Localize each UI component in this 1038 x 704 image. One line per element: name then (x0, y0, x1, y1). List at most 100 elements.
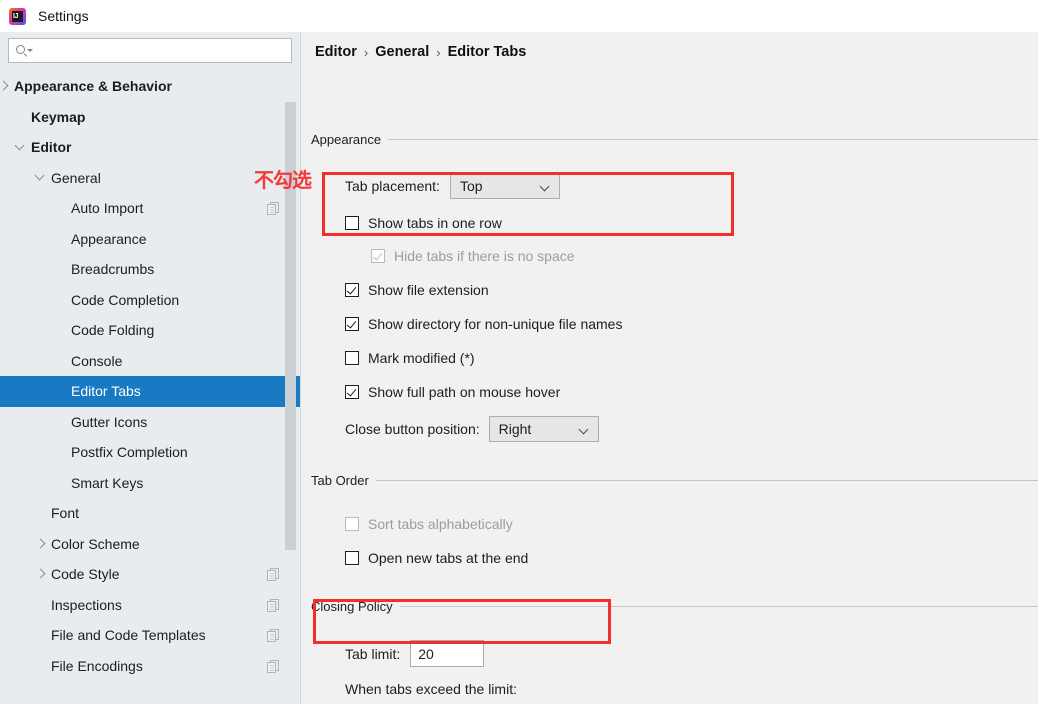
checkbox-show-file-extension[interactable]: Show file extension (345, 282, 489, 298)
sidebar-item-label: Gutter Icons (71, 413, 148, 430)
sidebar-item-label: Appearance & Behavior (14, 78, 172, 95)
chevron-right-icon[interactable] (35, 538, 46, 549)
checkbox-box (371, 249, 385, 263)
checkbox-box[interactable] (345, 351, 359, 365)
group-divider (375, 480, 1038, 481)
sidebar-item-file-and-code-templates[interactable]: File and Code Templates (0, 620, 300, 651)
chevron-down-icon (541, 183, 549, 191)
app-icon-text: IJ (13, 12, 18, 20)
checkbox-open-new-tabs-at-end[interactable]: Open new tabs at the end (345, 550, 528, 566)
breadcrumb-separator-icon: › (363, 44, 369, 60)
tab-placement-row: Tab placement: Top (345, 173, 560, 199)
checkbox-box[interactable] (345, 216, 359, 230)
copy-settings-icon[interactable] (267, 598, 280, 612)
copy-settings-icon[interactable] (267, 568, 280, 582)
checkbox-box[interactable] (345, 317, 359, 331)
chevron-down-icon (580, 426, 588, 434)
sidebar-item-label: Appearance (71, 230, 147, 247)
sidebar-item-label: Console (71, 352, 123, 369)
checkbox-box[interactable] (345, 283, 359, 297)
checkbox-label: Sort tabs alphabetically (368, 516, 513, 532)
sidebar-item-font[interactable]: Font (0, 498, 300, 529)
sidebar-item-label: Inspections (51, 596, 122, 613)
tab-limit-input[interactable]: 20 (410, 640, 485, 667)
sidebar-item-color-scheme[interactable]: Color Scheme (0, 529, 300, 560)
title-bar: IJ Settings (0, 0, 1038, 32)
search-icon[interactable] (16, 44, 36, 58)
checkbox-hide-tabs-if-no-space: Hide tabs if there is no space (371, 248, 575, 264)
checkbox-label: Hide tabs if there is no space (394, 248, 575, 264)
sidebar-item-editor[interactable]: Editor (0, 132, 300, 163)
sidebar-item-code-style[interactable]: Code Style (0, 559, 300, 590)
group-header-appearance: Appearance (311, 132, 1038, 147)
settings-dialog: IJ Settings Appearance & Behavior Keymap E… (0, 0, 1038, 704)
tab-limit-value: 20 (418, 645, 434, 662)
copy-settings-icon[interactable] (267, 202, 280, 216)
close-button-position-value: Right (498, 421, 532, 437)
close-button-position-label: Close button position: (345, 421, 480, 437)
checkbox-show-full-path-on-hover[interactable]: Show full path on mouse hover (345, 384, 560, 400)
chevron-down-icon[interactable] (35, 172, 46, 183)
sidebar-item-appearance-behavior[interactable]: Appearance & Behavior (0, 71, 300, 102)
search-box[interactable] (8, 38, 292, 63)
sidebar-item-label: Auto Import (71, 200, 144, 217)
checkbox-box[interactable] (345, 385, 359, 399)
sidebar-item-appearance[interactable]: Appearance (0, 224, 300, 255)
sidebar-item-code-completion[interactable]: Code Completion (0, 285, 300, 316)
sidebar-item-auto-import[interactable]: Auto Import (0, 193, 300, 224)
group-header-closing-policy: Closing Policy (311, 599, 1038, 614)
sidebar-item-postfix-completion[interactable]: Postfix Completion (0, 437, 300, 468)
window-title: Settings (38, 8, 89, 24)
breadcrumb-part-1[interactable]: General (375, 44, 429, 60)
close-button-position-row: Close button position: Right (345, 416, 599, 442)
sidebar-item-console[interactable]: Console (0, 346, 300, 377)
intellij-idea-icon: IJ (9, 7, 26, 25)
close-button-position-select[interactable]: Right (488, 416, 599, 442)
group-title: Appearance (311, 132, 382, 147)
search-input[interactable] (36, 39, 291, 62)
when-tabs-exceed-label: When tabs exceed the limit: (345, 681, 517, 697)
sidebar-item-file-encodings[interactable]: File Encodings (0, 651, 300, 682)
sidebar-item-label: Code Style (51, 566, 120, 583)
tab-placement-value: Top (459, 178, 483, 194)
group-title: Tab Order (311, 473, 369, 488)
tab-placement-select[interactable]: Top (449, 173, 560, 199)
checkbox-sort-tabs-alphabetically: Sort tabs alphabetically (345, 516, 513, 532)
checkbox-label: Mark modified (*) (368, 350, 475, 366)
sidebar-item-label: Postfix Completion (71, 444, 188, 461)
checkbox-show-directory-for-non-unique-names[interactable]: Show directory for non-unique file names (345, 316, 622, 332)
sidebar-item-label: Editor Tabs (71, 383, 141, 400)
annotation-note-do-not-check: 不勾选 (254, 168, 312, 192)
sidebar-item-inspections[interactable]: Inspections (0, 590, 300, 621)
checkbox-box[interactable] (345, 551, 359, 565)
checkbox-show-tabs-in-one-row[interactable]: Show tabs in one row (345, 215, 502, 231)
tab-limit-label: Tab limit: (345, 645, 401, 662)
chevron-right-icon[interactable] (35, 569, 46, 580)
when-tabs-exceed-label-row: When tabs exceed the limit: (345, 681, 517, 697)
sidebar-item-label: Code Completion (71, 291, 180, 308)
settings-content: Editor › General › Editor Tabs Appearanc… (301, 32, 1038, 704)
checkbox-mark-modified[interactable]: Mark modified (*) (345, 350, 475, 366)
sidebar-item-label: General (51, 169, 101, 186)
breadcrumb-part-2: Editor Tabs (447, 44, 527, 60)
sidebar-item-code-folding[interactable]: Code Folding (0, 315, 300, 346)
chevron-down-icon[interactable] (15, 142, 26, 153)
chevron-right-icon[interactable] (0, 81, 9, 92)
sidebar-item-breadcrumbs[interactable]: Breadcrumbs (0, 254, 300, 285)
checkbox-label: Open new tabs at the end (368, 550, 529, 566)
copy-settings-icon[interactable] (267, 659, 280, 673)
sidebar-item-label: File Encodings (51, 657, 143, 674)
group-divider (388, 139, 1038, 140)
sidebar-item-gutter-icons[interactable]: Gutter Icons (0, 407, 300, 438)
tab-placement-label: Tab placement: (345, 178, 440, 194)
checkbox-label: Show file extension (368, 282, 489, 298)
sidebar-item-label: Font (51, 505, 80, 522)
sidebar-item-smart-keys[interactable]: Smart Keys (0, 468, 300, 499)
sidebar-item-editor-tabs[interactable]: Editor Tabs (0, 376, 300, 407)
sidebar-item-keymap[interactable]: Keymap (0, 102, 300, 133)
breadcrumb: Editor › General › Editor Tabs (315, 44, 526, 60)
sidebar-item-label: Smart Keys (71, 474, 144, 491)
copy-settings-icon[interactable] (267, 629, 280, 643)
breadcrumb-part-0[interactable]: Editor (315, 44, 357, 60)
sidebar-item-label: File and Code Templates (51, 627, 206, 644)
